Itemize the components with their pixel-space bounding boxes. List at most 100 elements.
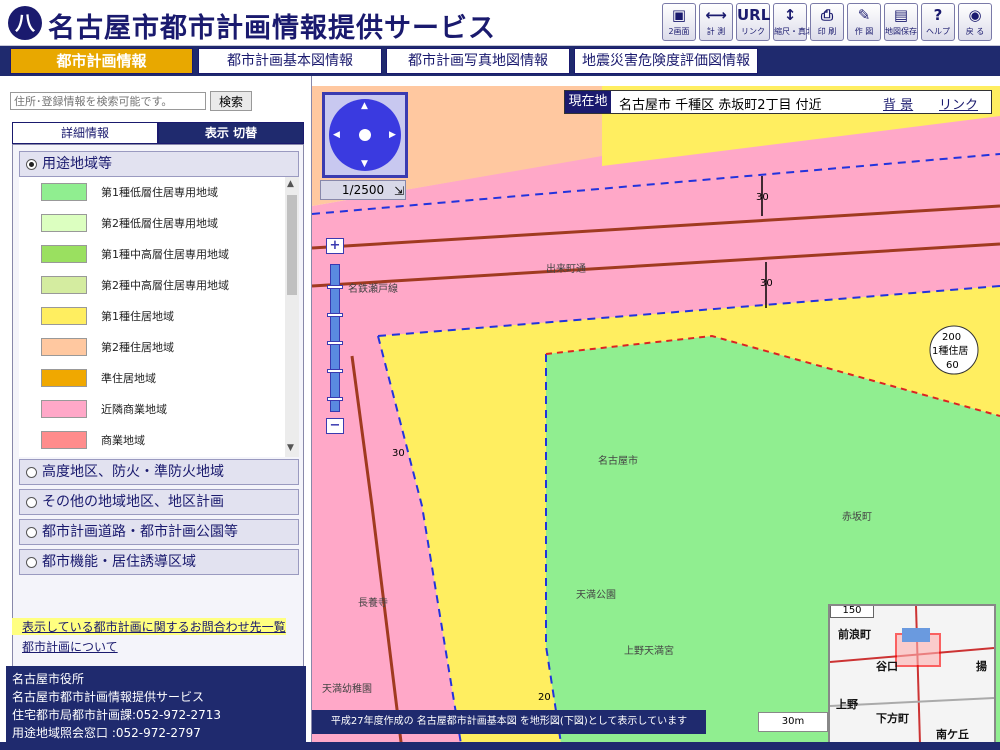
- toolbar-label: 戻 る: [965, 27, 985, 36]
- back-button[interactable]: ◉ 戻 る: [958, 3, 992, 41]
- street-label-dekimachi: 出来町通: [546, 262, 586, 275]
- layer-label: 都市機能・居住誘導区域: [42, 554, 196, 570]
- legend-swatch: [41, 369, 87, 387]
- legend-label: 第2種中高層住居専用地域: [101, 279, 229, 292]
- printer-icon: ⎙: [820, 6, 833, 24]
- about-planning-link[interactable]: 都市計画について: [12, 638, 118, 655]
- save-map-button[interactable]: ▤ 地図保存: [884, 3, 918, 41]
- pan-left-icon[interactable]: ◀: [333, 130, 340, 140]
- legend-label: 準住居地域: [101, 372, 156, 385]
- mode-tabs: 詳細情報 表示 切替: [12, 122, 304, 144]
- toolbar-label: 計 測: [706, 27, 726, 36]
- pan-control[interactable]: ▲ ▼ ◀ ▶: [322, 92, 408, 178]
- legend-item: 第1種中高層住居専用地域: [19, 239, 285, 270]
- place-label-chouyouji: 長養寺: [358, 596, 388, 609]
- zone-badge-floor-ratio: 200: [942, 332, 961, 343]
- place-label-tenma-park: 天満公園: [576, 589, 616, 601]
- zoom-tick: [327, 313, 343, 317]
- help-button[interactable]: ? ヘルプ: [921, 3, 955, 41]
- zoom-in-button[interactable]: +: [326, 238, 344, 254]
- tab-basic-map[interactable]: 都市計画基本図情報: [198, 48, 382, 74]
- app-header: 八 名古屋市都市計画情報提供サービス ▣ 2画面 ⟷ 計 測 URL リンク ↕ 縮尺・真北 ⎙…: [0, 0, 1000, 46]
- pan-up-icon[interactable]: ▲: [361, 101, 368, 111]
- background-link[interactable]: 背 景: [883, 94, 913, 113]
- url-icon: URL: [737, 6, 771, 24]
- scalebar: 30m: [758, 712, 828, 732]
- legend-item: 近隣商業地域: [19, 394, 285, 425]
- floppy-icon: ▤: [893, 6, 909, 24]
- overview-map[interactable]: 150 前浪町 谷口 上野 下方町 南ケ丘 揚: [828, 604, 996, 746]
- scroll-up-icon[interactable]: ▲: [287, 179, 294, 189]
- location-text: 名古屋市 千種区 赤坂町2丁目 付近: [619, 98, 822, 113]
- zoom-button[interactable]: ↕ 縮尺・真北: [773, 3, 814, 41]
- overview-pond: [902, 628, 930, 642]
- zoom-slider[interactable]: + −: [326, 238, 344, 434]
- tab-earthquake-map[interactable]: 地震災害危険度評価図情報: [574, 48, 758, 74]
- legend-swatch: [41, 338, 87, 356]
- pencil-icon: ✎: [857, 6, 871, 24]
- ruler-icon: ⟷: [705, 6, 727, 24]
- layer-label: 用途地域等: [42, 156, 112, 172]
- pan-center-icon[interactable]: [359, 129, 371, 141]
- legend-label: 第2種低層住居専用地域: [101, 217, 218, 230]
- tab-display-switch[interactable]: 表示 切替: [158, 122, 304, 144]
- overview-label-3: 上野: [836, 698, 858, 711]
- footer-line-office: 名古屋市役所: [12, 672, 85, 686]
- layer-other-districts[interactable]: その他の地域地区、地区計画: [19, 489, 299, 515]
- scroll-thumb[interactable]: [287, 195, 297, 295]
- place-label-kindergarten: 天満幼稚園: [322, 682, 372, 695]
- location-label: 現在地: [565, 91, 611, 113]
- search-input[interactable]: [10, 92, 206, 110]
- scale-corner-icon[interactable]: ⇲: [394, 184, 404, 198]
- radio-icon: [26, 557, 37, 568]
- link-button[interactable]: URL リンク: [736, 3, 770, 41]
- legend-swatch: [41, 245, 87, 263]
- main-tabs: 都市計画情報 都市計画基本図情報 都市計画写真地図情報 地震災害危険度評価図情報: [0, 46, 1000, 76]
- print-button[interactable]: ⎙ 印 刷: [810, 3, 844, 41]
- legend-label: 第1種低層住居専用地域: [101, 186, 218, 199]
- scroll-down-icon[interactable]: ▼: [287, 443, 294, 453]
- legend-item: 第2種中高層住居専用地域: [19, 270, 285, 301]
- layer-roads-parks[interactable]: 都市計画道路・都市計画公園等: [19, 519, 299, 545]
- zoom-out-button[interactable]: −: [326, 418, 344, 434]
- zoom-arrows-icon: ↕: [783, 6, 797, 24]
- question-icon: ?: [933, 6, 943, 24]
- tab-city-planning[interactable]: 都市計画情報: [10, 48, 193, 74]
- pan-down-icon[interactable]: ▼: [361, 159, 368, 169]
- railway-label: 名鉄瀬戸線: [348, 282, 398, 295]
- layer-zoning[interactable]: 用途地域等: [19, 151, 299, 177]
- legend-item: 第2種住居地域: [19, 332, 285, 363]
- legend-scrollbar[interactable]: ▲ ▼: [285, 177, 299, 457]
- app-title: 名古屋市都市計画情報提供サービス: [48, 13, 496, 44]
- layer-urban-function[interactable]: 都市機能・居住誘導区域: [19, 549, 299, 575]
- zoom-tick: [327, 397, 343, 401]
- legend-item: 準住居地域: [19, 363, 285, 394]
- bottom-strip: [0, 742, 1000, 750]
- place-label-akasaka: 赤坂町: [842, 511, 872, 523]
- place-label-nagoya: 名古屋市: [598, 454, 638, 467]
- legend-item: 第1種低層住居専用地域: [19, 177, 285, 208]
- legend-swatch: [41, 183, 87, 201]
- legend-label: 第1種住居地域: [101, 310, 174, 323]
- pan-right-icon[interactable]: ▶: [389, 130, 396, 140]
- layer-height-district[interactable]: 高度地区、防火・準防火地域: [19, 459, 299, 485]
- city-logo: 八: [8, 6, 42, 40]
- tab-photo-map[interactable]: 都市計画写真地図情報: [386, 48, 570, 74]
- measure-button[interactable]: ⟷ 計 測: [699, 3, 733, 41]
- zoom-tick: [327, 369, 343, 373]
- two-screen-button[interactable]: ▣ 2画面: [662, 3, 696, 41]
- zone-badge-coverage: 60: [946, 360, 959, 371]
- contact-list-link[interactable]: 表示している都市計画に関するお問合わせ先一覧: [12, 618, 286, 635]
- toolbar-label: ヘルプ: [926, 27, 950, 36]
- search-button[interactable]: 検索: [210, 91, 252, 111]
- toolbar-label: リンク: [741, 27, 765, 36]
- legend-item: 第2種低層住居専用地域: [19, 208, 285, 239]
- footer-info: 名古屋市役所 名古屋市都市計画情報提供サービス 住宅都市局都市計画課:052-9…: [6, 666, 306, 750]
- draw-button[interactable]: ✎ 作 図: [847, 3, 881, 41]
- legend-swatch: [41, 214, 87, 232]
- two-screen-icon: ▣: [671, 6, 687, 24]
- tab-detail-info[interactable]: 詳細情報: [12, 122, 158, 144]
- map-link-link[interactable]: リンク: [939, 94, 978, 113]
- zoom-track[interactable]: [327, 264, 343, 412]
- map-canvas[interactable]: 30 30 30 20 出来町通 名鉄瀬戸線 名古屋市 赤坂町 天満公園 上野天…: [312, 86, 1000, 750]
